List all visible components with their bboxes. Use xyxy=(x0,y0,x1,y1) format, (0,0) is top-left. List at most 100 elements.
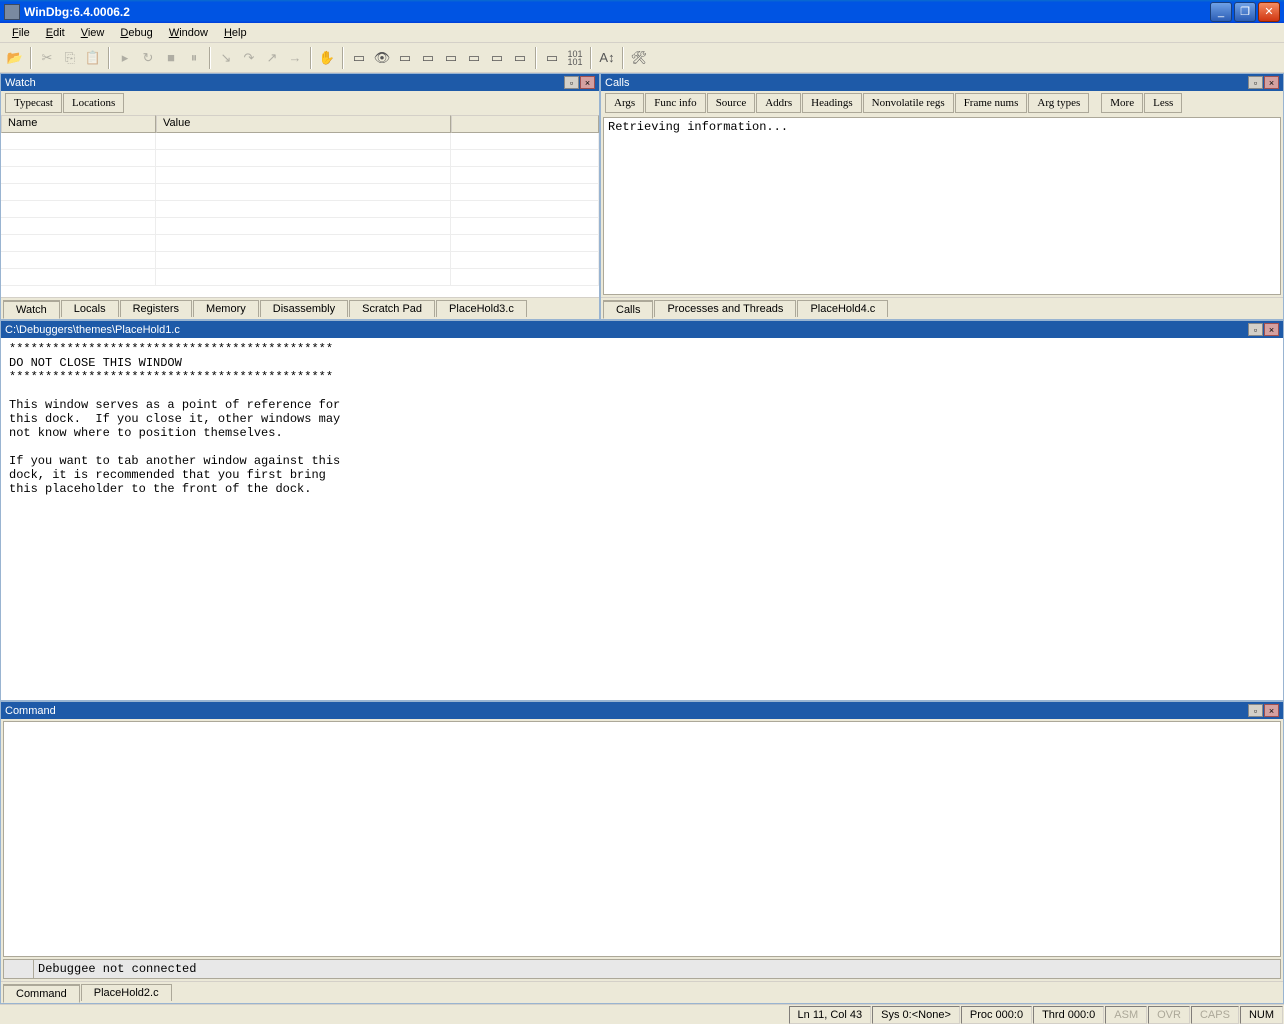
status-ovr: OVR xyxy=(1148,1006,1190,1024)
command-input[interactable]: Debuggee not connected xyxy=(33,959,1281,979)
minimize-button[interactable]: _ xyxy=(1210,2,1232,22)
tab-disassembly[interactable]: Disassembly xyxy=(260,300,348,317)
binary-icon[interactable]: 101101 xyxy=(564,47,586,69)
watch-col-extra[interactable] xyxy=(451,115,599,133)
table-row[interactable] xyxy=(1,167,599,184)
status-sys: Sys 0:<None> xyxy=(872,1006,960,1024)
tab-command[interactable]: Command xyxy=(3,984,80,1003)
tab-processes-threads[interactable]: Processes and Threads xyxy=(654,300,796,317)
source-panel: C:\Debuggers\themes\PlaceHold1.c ▫ × ***… xyxy=(0,320,1284,701)
step-out-icon: ↗ xyxy=(261,47,283,69)
options-icon[interactable]: 🛠 xyxy=(628,47,650,69)
tab-locals[interactable]: Locals xyxy=(61,300,119,317)
watch-panel-header: Watch ▫ × xyxy=(1,74,599,91)
menu-debug[interactable]: Debug xyxy=(112,25,160,41)
run-to-cursor-icon: → xyxy=(284,47,306,69)
watch-panel-title: Watch xyxy=(5,77,563,89)
table-row[interactable] xyxy=(1,252,599,269)
source-close-icon[interactable]: × xyxy=(1264,323,1279,336)
addrs-button[interactable]: Addrs xyxy=(756,93,801,113)
locations-button[interactable]: Locations xyxy=(63,93,124,113)
typecast-button[interactable]: Typecast xyxy=(5,93,62,113)
args-button[interactable]: Args xyxy=(605,93,644,113)
toolbar: 📂 ✂ ⎘ 📋 ▸ ↻ ■ ⏸ ↘ ↷ ↗ → ✋ ▭ 👁 ▭ ▭ ▭ ▭ ▭ … xyxy=(0,43,1284,73)
source-text[interactable]: ****************************************… xyxy=(1,338,1283,700)
app-icon xyxy=(4,4,20,20)
go-icon: ▸ xyxy=(114,47,136,69)
copy-icon: ⎘ xyxy=(59,47,81,69)
command-window-icon[interactable]: ▭ xyxy=(348,47,370,69)
tab-calls[interactable]: Calls xyxy=(603,300,653,319)
restart-icon: ↻ xyxy=(137,47,159,69)
table-row[interactable] xyxy=(1,150,599,167)
menu-view[interactable]: View xyxy=(73,25,113,41)
menu-file[interactable]: File xyxy=(4,25,38,41)
watch-col-value[interactable]: Value xyxy=(156,115,451,133)
memory-window-icon[interactable]: ▭ xyxy=(440,47,462,69)
framenums-button[interactable]: Frame nums xyxy=(955,93,1028,113)
tab-placehold4[interactable]: PlaceHold4.c xyxy=(797,300,888,317)
calls-dock-icon[interactable]: ▫ xyxy=(1248,76,1263,89)
close-button[interactable]: ✕ xyxy=(1258,2,1280,22)
table-row[interactable] xyxy=(1,133,599,150)
disasm-window-icon[interactable]: ▭ xyxy=(486,47,508,69)
menubar: File Edit View Debug Window Help xyxy=(0,23,1284,43)
stop-icon: ■ xyxy=(160,47,182,69)
command-output[interactable] xyxy=(3,721,1281,957)
table-row[interactable] xyxy=(1,269,599,286)
more-button[interactable]: More xyxy=(1101,93,1143,113)
maximize-button[interactable]: ❐ xyxy=(1234,2,1256,22)
table-row[interactable] xyxy=(1,201,599,218)
tab-registers[interactable]: Registers xyxy=(120,300,192,317)
tab-placehold3[interactable]: PlaceHold3.c xyxy=(436,300,527,317)
menu-help[interactable]: Help xyxy=(216,25,255,41)
menu-edit[interactable]: Edit xyxy=(38,25,73,41)
menu-window[interactable]: Window xyxy=(161,25,216,41)
watch-col-name[interactable]: Name xyxy=(1,115,156,133)
watch-grid[interactable]: Name Value xyxy=(1,115,599,297)
source-mode-icon[interactable]: ▭ xyxy=(541,47,563,69)
table-row[interactable] xyxy=(1,184,599,201)
titlebar: WinDbg:6.4.0006.2 _ ❐ ✕ xyxy=(0,0,1284,23)
headings-button[interactable]: Headings xyxy=(802,93,862,113)
tab-placehold2[interactable]: PlaceHold2.c xyxy=(81,984,172,1001)
table-row[interactable] xyxy=(1,235,599,252)
command-panel-title: Command xyxy=(5,705,1247,717)
calls-output[interactable]: Retrieving information... xyxy=(603,117,1281,295)
step-over-icon: ↷ xyxy=(238,47,260,69)
funcinfo-button[interactable]: Func info xyxy=(645,93,705,113)
table-row[interactable] xyxy=(1,218,599,235)
watch-close-icon[interactable]: × xyxy=(580,76,595,89)
break-icon: ⏸ xyxy=(183,47,205,69)
watch-window-icon[interactable]: 👁 xyxy=(371,47,393,69)
locals-window-icon[interactable]: ▭ xyxy=(394,47,416,69)
status-asm: ASM xyxy=(1105,1006,1147,1024)
tab-scratch-pad[interactable]: Scratch Pad xyxy=(349,300,435,317)
status-num: NUM xyxy=(1240,1006,1283,1024)
breakpoint-icon[interactable]: ✋ xyxy=(316,47,338,69)
calls-close-icon[interactable]: × xyxy=(1264,76,1279,89)
registers-window-icon[interactable]: ▭ xyxy=(417,47,439,69)
argtypes-button[interactable]: Arg types xyxy=(1028,93,1089,113)
command-panel-header: Command ▫ × xyxy=(1,702,1283,719)
scratch-window-icon[interactable]: ▭ xyxy=(509,47,531,69)
cut-icon: ✂ xyxy=(36,47,58,69)
less-button[interactable]: Less xyxy=(1144,93,1182,113)
source-dock-icon[interactable]: ▫ xyxy=(1248,323,1263,336)
statusbar: Ln 11, Col 43 Sys 0:<None> Proc 000:0 Th… xyxy=(0,1004,1284,1024)
source-button[interactable]: Source xyxy=(707,93,756,113)
tab-memory[interactable]: Memory xyxy=(193,300,259,317)
nonvolatile-button[interactable]: Nonvolatile regs xyxy=(863,93,954,113)
watch-panel: Watch ▫ × Typecast Locations Name Value xyxy=(0,73,600,320)
calls-window-icon[interactable]: ▭ xyxy=(463,47,485,69)
tab-watch[interactable]: Watch xyxy=(3,300,60,319)
source-panel-header: C:\Debuggers\themes\PlaceHold1.c ▫ × xyxy=(1,321,1283,338)
step-into-icon: ↘ xyxy=(215,47,237,69)
watch-dock-icon[interactable]: ▫ xyxy=(564,76,579,89)
open-icon[interactable]: 📂 xyxy=(4,47,26,69)
calls-panel-header: Calls ▫ × xyxy=(601,74,1283,91)
calls-panel: Calls ▫ × Args Func info Source Addrs He… xyxy=(600,73,1284,320)
command-dock-icon[interactable]: ▫ xyxy=(1248,704,1263,717)
font-icon[interactable]: A↕ xyxy=(596,47,618,69)
command-close-icon[interactable]: × xyxy=(1264,704,1279,717)
